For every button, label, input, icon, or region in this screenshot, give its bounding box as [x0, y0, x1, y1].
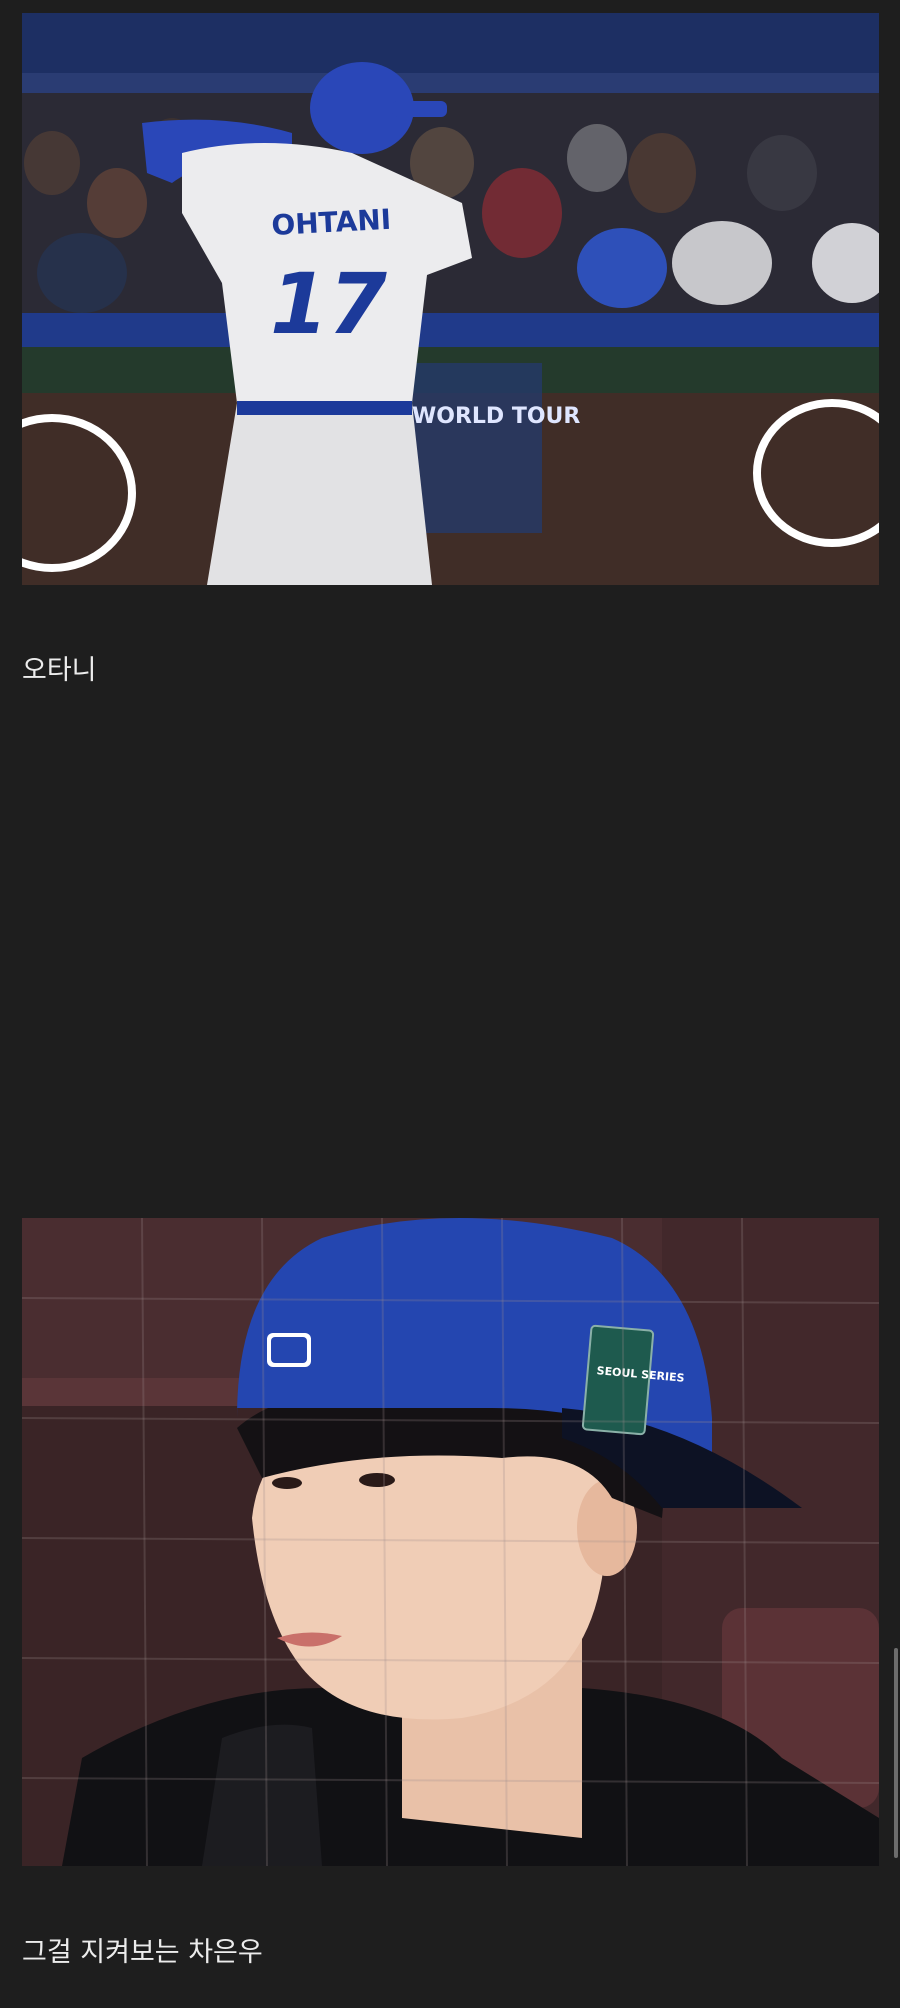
scrollbar-thumb[interactable] [894, 1648, 898, 1858]
jersey-name: OHTANI [271, 203, 392, 242]
batter-caption: 오타니 [22, 655, 97, 686]
tour-sign-text: WORLD TOUR [412, 404, 580, 429]
fan-caption: 그걸 지켜보는 차은우 [22, 1937, 263, 1968]
batter-photo: WORLD TOUR OHTANI 17 [22, 13, 879, 585]
jersey-number: 17 [270, 255, 387, 353]
fan-photo: SEOUL SERIES [22, 1218, 879, 1866]
